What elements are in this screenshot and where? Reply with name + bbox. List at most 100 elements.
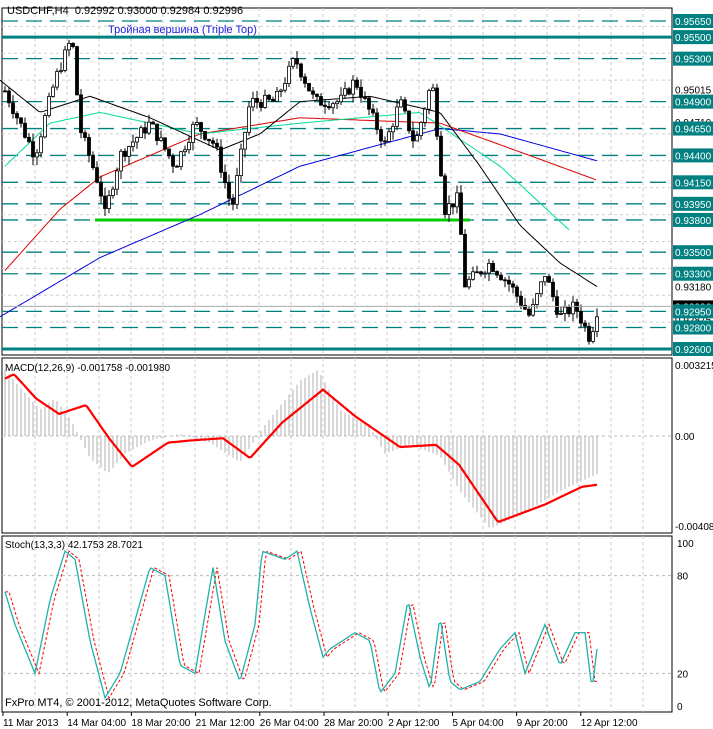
candle-body — [99, 181, 103, 197]
candle-body — [583, 322, 587, 327]
stoch-main-line — [4, 549, 598, 700]
candle-body — [131, 141, 135, 147]
candle-body — [91, 154, 95, 169]
candle-body — [127, 146, 131, 157]
candle-body — [359, 86, 363, 98]
candle-body — [259, 101, 263, 108]
moving-average-line — [0, 79, 598, 288]
candle-body — [315, 93, 319, 97]
candle-body — [271, 98, 275, 102]
candle-body — [379, 129, 383, 142]
candle-body — [135, 137, 139, 143]
symbol-header: USDCHF,H4 0.92992 0.93000 0.92984 0.9299… — [7, 5, 243, 17]
candle-body — [291, 58, 295, 67]
level-price-label: 0.94900 — [675, 98, 712, 109]
candle-body — [443, 175, 447, 215]
candle-body — [167, 148, 171, 157]
candle-body — [507, 279, 511, 285]
candle-body — [295, 58, 299, 65]
candle-body — [43, 115, 47, 138]
candle-body — [551, 281, 555, 298]
candle-body — [23, 122, 27, 138]
candle-body — [311, 90, 315, 95]
candle-body — [11, 102, 15, 114]
candle-body — [155, 123, 159, 142]
level-price-label: 0.93950 — [675, 200, 712, 211]
candle-body — [567, 306, 571, 315]
candle-body — [419, 121, 423, 137]
candle-body — [455, 192, 459, 208]
candle-body — [339, 94, 343, 103]
candle-body — [51, 86, 55, 97]
candle-body — [387, 131, 391, 142]
candle-body — [267, 94, 271, 100]
candle-body — [27, 136, 31, 143]
candle-body — [591, 331, 595, 342]
candle-body — [163, 137, 167, 150]
candle-body — [475, 271, 479, 274]
candle-body — [535, 293, 539, 305]
candle-body — [7, 90, 11, 104]
time-axis-label: 9 Apr 20:00 — [517, 718, 569, 729]
stoch-panel — [1, 535, 673, 713]
time-axis-label: 14 Mar 04:00 — [67, 718, 126, 729]
candle-body — [447, 203, 451, 215]
candle-body — [559, 313, 563, 315]
candle-body — [59, 69, 63, 72]
level-price-label: 0.95300 — [675, 55, 712, 66]
candle-body — [395, 106, 399, 127]
candle-body — [15, 113, 19, 119]
candle-body — [95, 167, 99, 183]
candle-body — [375, 112, 379, 130]
level-price-label: 0.92800 — [675, 323, 712, 334]
candle-body — [235, 175, 239, 205]
candle-body — [351, 79, 355, 95]
candle-body — [299, 63, 303, 78]
macd-title: MACD(12,26,9) -0.001758 -0.001980 — [5, 363, 171, 374]
level-price-label: 0.92600 — [675, 345, 712, 356]
candle-body — [183, 149, 187, 153]
candle-body — [519, 295, 523, 306]
time-axis-label: 18 Mar 20:00 — [131, 718, 190, 729]
candle-body — [151, 121, 155, 125]
candle-body — [431, 87, 435, 92]
candle-body — [579, 310, 583, 324]
time-axis-label: 26 Mar 04:00 — [260, 718, 319, 729]
candle-body — [191, 123, 195, 143]
candle-body — [275, 91, 279, 102]
candle-body — [147, 121, 151, 134]
level-price-label: 0.95500 — [675, 33, 712, 44]
candle-body — [31, 141, 35, 158]
level-price-label: 0.94150 — [675, 178, 712, 189]
candle-body — [467, 278, 471, 288]
candle-body — [483, 272, 487, 275]
candle-body — [471, 271, 475, 280]
level-price-label: 0.92950 — [675, 307, 712, 318]
candle-body — [435, 87, 439, 137]
candle-body — [595, 316, 599, 332]
candle-body — [335, 101, 339, 105]
candle-body — [119, 150, 123, 172]
candle-body — [63, 49, 67, 71]
candle-body — [83, 132, 87, 138]
candle-body — [439, 135, 443, 177]
candle-body — [527, 308, 531, 316]
candle-body — [343, 88, 347, 96]
stoch-scale-label: 100 — [677, 539, 694, 550]
time-axis-label: 21 Mar 12:00 — [196, 718, 255, 729]
candle-body — [495, 271, 499, 276]
candle-body — [307, 82, 311, 92]
candle-body — [347, 88, 351, 95]
candle-body — [219, 146, 223, 173]
candle-body — [543, 276, 547, 283]
macd-scale-label: 0.00 — [675, 432, 695, 443]
triple-top-annotation: Тройная вершина (Triple Top) — [108, 24, 257, 36]
time-axis-label: 12 Apr 12:00 — [581, 718, 638, 729]
candle-body — [355, 79, 359, 88]
candle-body — [187, 142, 191, 151]
candle-body — [487, 263, 491, 274]
candle-body — [227, 182, 231, 199]
candle-body — [171, 155, 175, 167]
candle-body — [223, 171, 227, 184]
candle-body — [539, 281, 543, 295]
